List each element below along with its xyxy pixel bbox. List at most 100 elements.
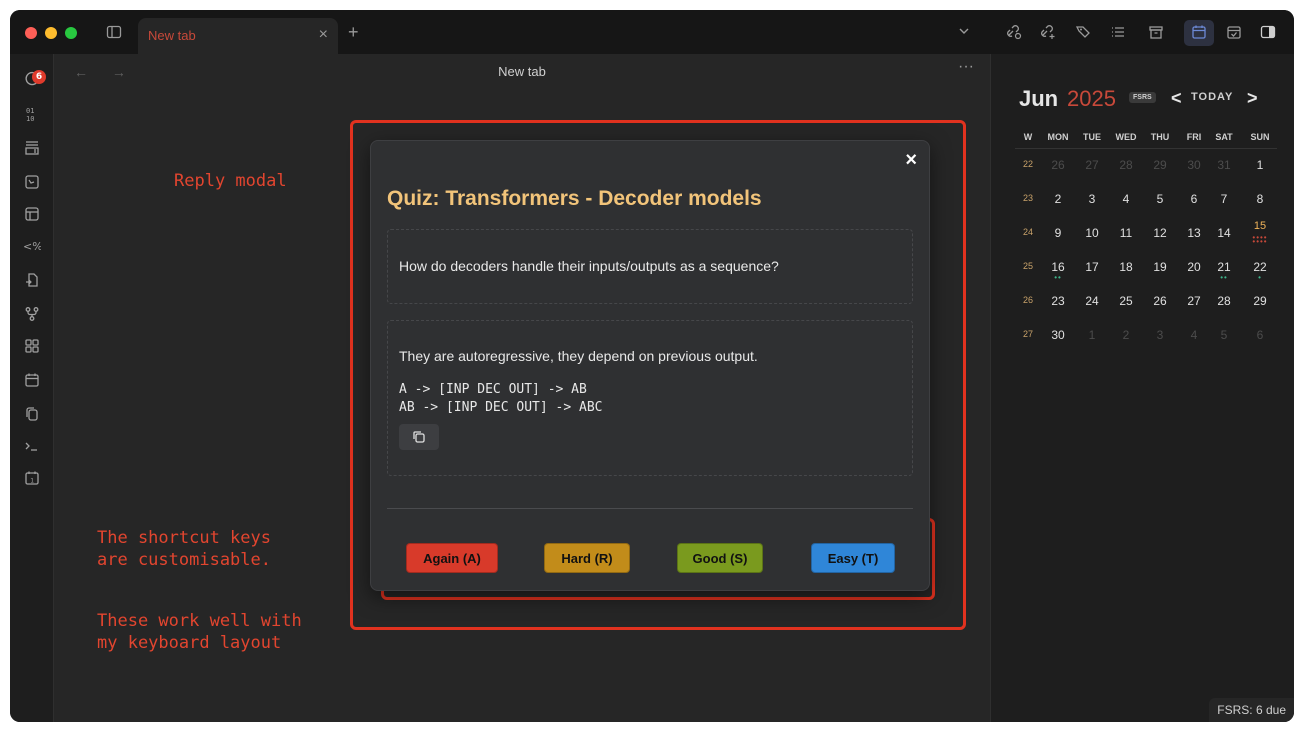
calendar-day[interactable]: 13 — [1177, 226, 1211, 240]
copy-code-button[interactable] — [399, 424, 439, 450]
calendar-day[interactable]: 10 — [1075, 226, 1109, 240]
calendar-day[interactable]: 25 — [1109, 294, 1143, 308]
calendar-day[interactable]: 30 — [1177, 158, 1211, 172]
calendar-day[interactable]: 1 — [1243, 158, 1277, 172]
calendar-day[interactable]: 20 — [1177, 260, 1211, 274]
sidebar-toggle-icon[interactable] — [104, 22, 124, 42]
calendar-day[interactable]: 30 — [1041, 328, 1075, 342]
git-fork-icon[interactable] — [22, 304, 42, 324]
maximize-window-button[interactable] — [65, 27, 77, 39]
calendar-day[interactable]: 3 — [1143, 328, 1177, 342]
close-icon[interactable]: × — [905, 149, 917, 172]
link-search-icon[interactable] — [1004, 22, 1024, 42]
layout-icon[interactable] — [22, 204, 42, 224]
calendar-day[interactable]: 15 — [1243, 220, 1277, 232]
code-block: A -> [INP DEC OUT] -> AB AB -> [INP DEC … — [399, 382, 603, 415]
scheduled-dots-indicator: •• — [1054, 273, 1062, 282]
binary-icon[interactable]: 01 10 — [22, 104, 42, 124]
calendar-week-number[interactable]: 26 — [1011, 295, 1045, 305]
copy-files-icon[interactable] — [22, 404, 42, 424]
calendar-day[interactable]: 21 — [1207, 260, 1241, 274]
outline-icon[interactable] — [1108, 22, 1128, 42]
calendar-week-number[interactable]: 25 — [1011, 261, 1045, 271]
annotation-shortcut-note: The shortcut keys are customisable. — [97, 528, 271, 570]
calendar-day[interactable]: 6 — [1177, 192, 1211, 206]
calendar-day[interactable]: 26 — [1041, 158, 1075, 172]
calendar-day[interactable]: 2 — [1041, 192, 1075, 206]
reply-modal: × Quiz: Transformers - Decoder models Ho… — [370, 140, 930, 591]
right-sidebar-toggle-icon[interactable] — [1258, 22, 1278, 42]
close-window-button[interactable] — [25, 27, 37, 39]
calendar-header-fri: FRI — [1186, 132, 1202, 142]
calendar-day[interactable]: 6 — [1243, 328, 1277, 342]
calendar-day[interactable]: 31 — [1207, 158, 1241, 172]
calendar-day[interactable]: 3 — [1075, 192, 1109, 206]
good-button[interactable]: Good (S) — [677, 543, 763, 573]
templater-icon[interactable]: <% — [22, 236, 42, 256]
tab-label: New tab — [148, 28, 196, 43]
fsrs-tag: FSRS — [1129, 92, 1156, 103]
review-queue-icon[interactable]: 6 — [22, 68, 46, 88]
calendar-day[interactable]: 16 — [1041, 260, 1075, 274]
calendar-icon[interactable] — [22, 370, 42, 390]
calendar-day[interactable]: 8 — [1243, 192, 1277, 206]
calendar-day[interactable]: 26 — [1143, 294, 1177, 308]
minimize-window-button[interactable] — [45, 27, 57, 39]
calendar-check-icon[interactable] — [1224, 22, 1244, 42]
answer-box: They are autoregressive, they depend on … — [387, 320, 913, 476]
new-note-stack-icon[interactable] — [22, 138, 42, 158]
calendar-day[interactable]: 2 — [1109, 328, 1143, 342]
calendar-day[interactable]: 17 — [1075, 260, 1109, 274]
today-button[interactable]: TODAY — [1191, 91, 1233, 103]
calendar-day[interactable]: 29 — [1143, 158, 1177, 172]
status-bar: FSRS: 6 due — [1209, 698, 1294, 722]
tags-icon[interactable] — [1074, 22, 1094, 42]
calendar-day[interactable]: 22 — [1243, 260, 1277, 274]
svg-text:01: 01 — [26, 107, 34, 115]
calendar-day[interactable]: 4 — [1109, 192, 1143, 206]
calendar-day[interactable]: 7 — [1207, 192, 1241, 206]
calendar-day[interactable]: 14 — [1207, 226, 1241, 240]
dashboard-grid-icon[interactable] — [22, 336, 42, 356]
calendar-week-number[interactable]: 27 — [1011, 329, 1045, 339]
again-button[interactable]: Again (A) — [406, 543, 498, 573]
archive-icon[interactable] — [1146, 22, 1166, 42]
calendar-day[interactable]: 12 — [1143, 226, 1177, 240]
graph-box-icon[interactable] — [22, 172, 42, 192]
calendar-day[interactable]: 29 — [1243, 294, 1277, 308]
calendar-day[interactable]: 1 — [1075, 328, 1109, 342]
calendar-week-number[interactable]: 24 — [1011, 227, 1045, 237]
calendar-day[interactable]: 24 — [1075, 294, 1109, 308]
calendar-week-number[interactable]: 23 — [1011, 193, 1045, 203]
chevron-down-icon[interactable] — [958, 24, 970, 42]
more-options-icon[interactable]: ··· — [958, 58, 974, 76]
terminal-icon[interactable] — [22, 436, 42, 456]
new-tab-button[interactable]: + — [348, 22, 359, 43]
calendar-day[interactable]: 27 — [1075, 158, 1109, 172]
next-month-button[interactable]: > — [1247, 88, 1258, 109]
calendar-week-number[interactable]: 22 — [1011, 159, 1045, 169]
calendar-day[interactable]: 4 — [1177, 328, 1211, 342]
calendar-day[interactable]: 19 — [1143, 260, 1177, 274]
left-ribbon: 6 01 10 <% 1 — [10, 54, 54, 722]
tab-new-tab[interactable]: New tab × — [138, 18, 338, 54]
calendar-day[interactable]: 18 — [1109, 260, 1143, 274]
easy-button[interactable]: Easy (T) — [811, 543, 895, 573]
calendar-day[interactable]: 27 — [1177, 294, 1211, 308]
daily-note-icon[interactable]: 1 — [22, 468, 42, 488]
calendar-day[interactable]: 11 — [1109, 226, 1143, 240]
hard-button[interactable]: Hard (R) — [544, 543, 630, 573]
calendar-day[interactable]: 28 — [1109, 158, 1143, 172]
link-add-icon[interactable] — [1038, 22, 1058, 42]
scheduled-dots-indicator: • — [1258, 273, 1262, 282]
calendar-day[interactable]: 23 — [1041, 294, 1075, 308]
calendar-day[interactable]: 5 — [1143, 192, 1177, 206]
calendar-day[interactable]: 28 — [1207, 294, 1241, 308]
previous-month-button[interactable]: < — [1171, 88, 1182, 109]
calendar-header-mon: MON — [1047, 132, 1069, 142]
file-export-icon[interactable] — [22, 270, 42, 290]
calendar-day[interactable]: 5 — [1207, 328, 1241, 342]
tab-close-icon[interactable]: × — [319, 26, 328, 44]
calendar-day[interactable]: 9 — [1041, 226, 1075, 240]
calendar-view-icon[interactable] — [1189, 22, 1209, 42]
